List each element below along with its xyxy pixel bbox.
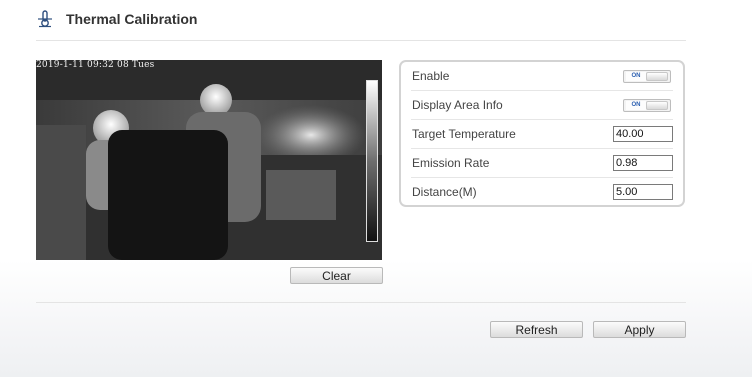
clear-button[interactable]: Clear <box>290 267 383 284</box>
toggle-knob <box>646 100 668 110</box>
video-osd-timestamp: 2019-1-11 09:32 08 Tues <box>36 60 155 70</box>
target-temperature-input[interactable] <box>613 126 673 142</box>
temperature-scale-bar <box>366 80 378 242</box>
emission-rate-input[interactable] <box>613 155 673 171</box>
toggle-knob <box>646 71 668 81</box>
footer-divider <box>36 302 686 303</box>
header-divider <box>36 40 686 41</box>
enable-row: Enable ON <box>411 62 673 91</box>
thermal-video-preview[interactable]: 2019-1-11 09:32 08 Tues <box>36 60 382 260</box>
target-temperature-row: Target Temperature <box>411 120 673 149</box>
display-area-info-row: Display Area Info ON <box>411 91 673 120</box>
calibration-settings-panel: Enable ON Display Area Info ON Target Te… <box>399 60 685 207</box>
enable-toggle-state: ON <box>626 71 646 81</box>
page-header: Thermal Calibration <box>36 10 197 28</box>
enable-label: Enable <box>412 69 450 83</box>
display-area-info-toggle-state: ON <box>626 100 646 110</box>
distance-row: Distance(M) <box>411 178 673 206</box>
apply-button[interactable]: Apply <box>593 321 686 338</box>
emission-rate-row: Emission Rate <box>411 149 673 178</box>
thermometer-icon <box>38 10 52 28</box>
distance-input[interactable] <box>613 184 673 200</box>
display-area-info-toggle[interactable]: ON <box>623 98 671 112</box>
display-area-info-label: Display Area Info <box>412 98 503 112</box>
page-title: Thermal Calibration <box>66 11 198 27</box>
thermal-image <box>36 60 382 260</box>
refresh-button[interactable]: Refresh <box>490 321 583 338</box>
distance-label: Distance(M) <box>412 185 477 199</box>
emission-rate-label: Emission Rate <box>412 156 490 170</box>
target-temperature-label: Target Temperature <box>412 127 516 141</box>
enable-toggle[interactable]: ON <box>623 69 671 83</box>
